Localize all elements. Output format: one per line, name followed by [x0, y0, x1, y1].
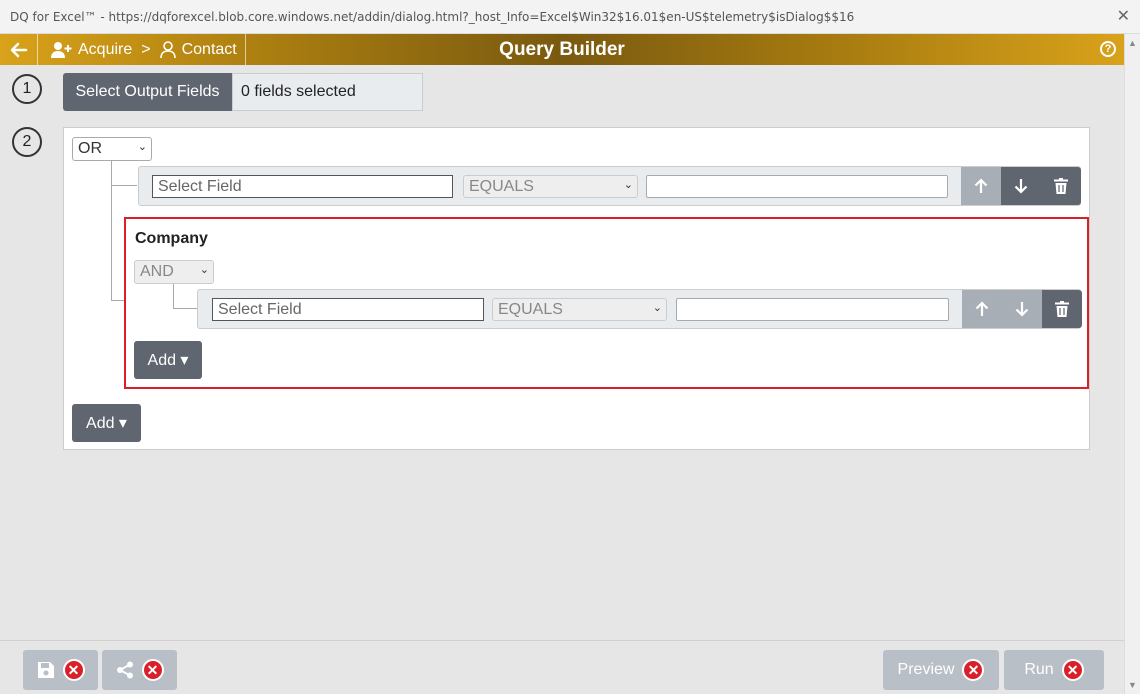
arrow-down-icon	[1015, 302, 1029, 317]
step-number-2: 2	[12, 127, 42, 157]
arrow-down-icon	[1014, 179, 1028, 194]
share-icon	[116, 661, 133, 679]
share-button[interactable]: ✕	[102, 650, 177, 690]
close-icon: ✕	[962, 659, 985, 681]
trash-icon	[1054, 178, 1068, 194]
fields-selected-count: 0 fields selected	[232, 73, 423, 111]
value-input[interactable]	[646, 175, 948, 198]
chevron-down-icon: ⌄	[199, 264, 209, 276]
root-condition-value: OR	[78, 140, 102, 157]
save-icon	[37, 662, 54, 678]
help-icon[interactable]: ?	[1100, 41, 1116, 57]
move-up-button[interactable]	[961, 167, 1001, 205]
step-number-1: 1	[12, 74, 42, 104]
scroll-down-icon[interactable]: ▼	[1128, 680, 1137, 690]
breadcrumb-acquire[interactable]: Acquire	[78, 41, 132, 59]
operator-value: EQUALS	[469, 177, 534, 195]
close-icon: ✕	[1061, 659, 1084, 681]
rule-row: Select Field EQUALS ⌄	[138, 166, 1081, 206]
chevron-down-icon: ⌄	[652, 302, 662, 314]
run-button[interactable]: Run ✕	[1004, 650, 1104, 690]
field-select-input[interactable]: Select Field	[212, 298, 484, 321]
app-header: Acquire > Contact Query Builder ?	[0, 34, 1124, 65]
window-titlebar: DQ for Excel™ - https://dqforexcel.blob.…	[0, 0, 1140, 34]
scroll-up-icon[interactable]: ▲	[1128, 38, 1137, 48]
breadcrumb: Acquire > Contact	[38, 34, 246, 65]
vertical-scrollbar[interactable]: ▲ ▼	[1124, 34, 1140, 694]
root-add-button[interactable]: Add ▾	[72, 404, 141, 442]
preview-label: Preview	[897, 661, 955, 678]
value-input[interactable]	[676, 298, 949, 321]
user-plus-icon	[51, 41, 72, 58]
back-button[interactable]	[0, 34, 38, 65]
group-condition-select[interactable]: AND ⌄	[134, 260, 214, 284]
group-condition-value: AND	[140, 263, 174, 280]
root-condition-select[interactable]: OR ⌄	[72, 137, 152, 161]
group-add-button[interactable]: Add ▾	[134, 341, 202, 379]
operator-select[interactable]: EQUALS ⌄	[492, 298, 667, 321]
operator-select[interactable]: EQUALS ⌄	[463, 175, 638, 198]
breadcrumb-contact[interactable]: Contact	[182, 41, 237, 59]
save-button[interactable]: ✕	[23, 650, 98, 690]
close-icon: ✕	[141, 659, 164, 681]
tree-connector	[111, 300, 124, 301]
delete-rule-button[interactable]	[1041, 167, 1081, 205]
user-icon	[159, 40, 176, 58]
window-title: DQ for Excel™ - https://dqforexcel.blob.…	[10, 10, 855, 24]
tree-connector	[111, 185, 137, 186]
group-rule-row: Select Field EQUALS ⌄	[197, 289, 1082, 329]
close-icon: ✕	[62, 659, 85, 681]
group-title: Company	[135, 230, 208, 247]
move-up-button[interactable]	[962, 290, 1002, 328]
tree-connector	[173, 284, 197, 309]
select-output-fields-button[interactable]: Select Output Fields	[63, 73, 232, 111]
arrow-left-icon	[10, 42, 27, 57]
chevron-down-icon: ⌄	[137, 141, 147, 153]
breadcrumb-separator: >	[141, 40, 151, 58]
field-select-input[interactable]: Select Field	[152, 175, 453, 198]
run-label: Run	[1024, 661, 1054, 678]
chevron-down-icon: ⌄	[623, 179, 633, 191]
move-down-button[interactable]	[1002, 290, 1042, 328]
trash-icon	[1055, 301, 1069, 317]
delete-rule-button[interactable]	[1042, 290, 1082, 328]
move-down-button[interactable]	[1001, 167, 1041, 205]
operator-value: EQUALS	[498, 300, 563, 318]
arrow-up-icon	[974, 178, 988, 193]
arrow-up-icon	[975, 301, 989, 316]
preview-button[interactable]: Preview ✕	[883, 650, 999, 690]
footer-bar: ✕ ✕ Preview ✕ Run ✕	[0, 640, 1124, 694]
close-icon[interactable]: ✕	[1117, 6, 1130, 26]
